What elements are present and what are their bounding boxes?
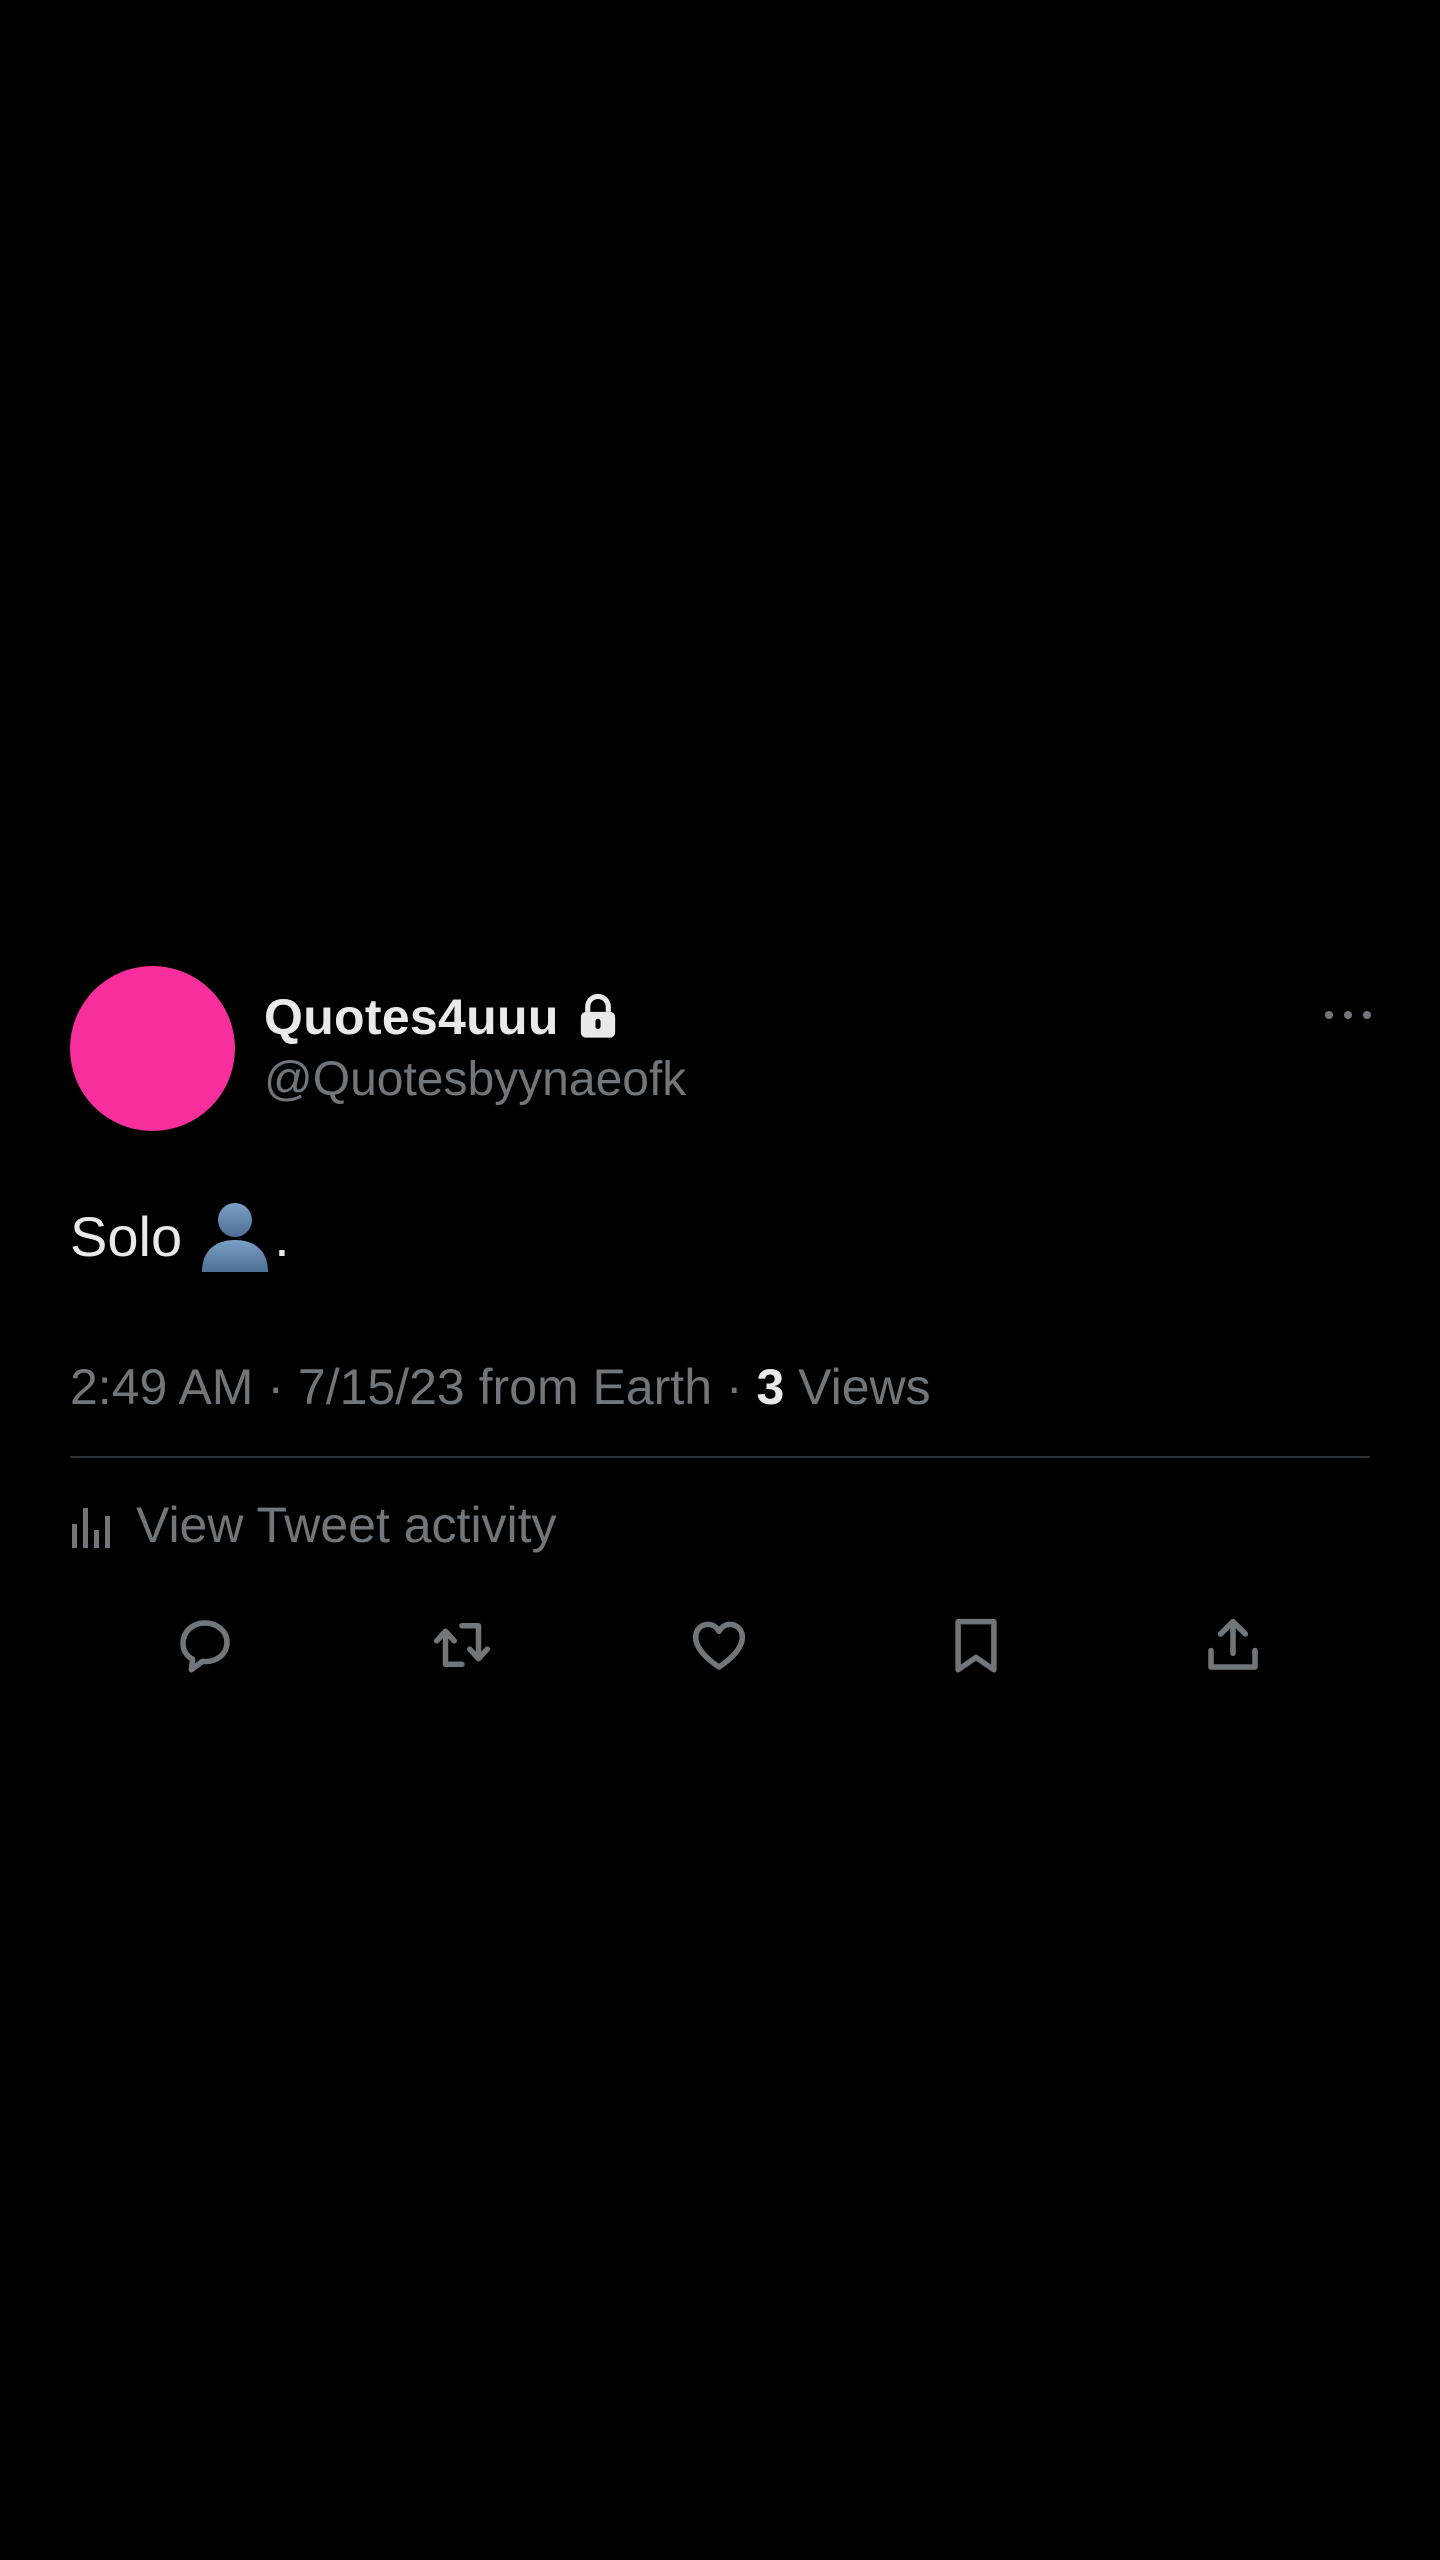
more-options-icon[interactable] — [1322, 1006, 1374, 1024]
tweet: Quotes4uuu @Quotesbyynaeofk Solo . 2:49 … — [70, 966, 1371, 1692]
tweet-metadata: 2:49 AM · 7/15/23 from Earth · 3 Views — [70, 1358, 1370, 1416]
reply-icon — [172, 1612, 238, 1683]
tweet-date[interactable]: 7/15/23 — [298, 1359, 465, 1415]
divider — [70, 1456, 1370, 1458]
views-label[interactable]: Views — [784, 1359, 930, 1415]
view-tweet-activity-link[interactable]: View Tweet activity — [70, 1496, 1370, 1554]
tweet-actions — [70, 1612, 1370, 1692]
retweet-button[interactable] — [427, 1612, 497, 1682]
retweet-icon — [429, 1612, 495, 1683]
lock-icon — [577, 993, 619, 1041]
handle[interactable]: @Quotesbyynaeofk — [264, 1052, 686, 1107]
tweet-time[interactable]: 2:49 AM — [70, 1359, 253, 1415]
like-button[interactable] — [684, 1612, 754, 1682]
reply-button[interactable] — [170, 1612, 240, 1682]
tweet-source: from Earth — [464, 1359, 713, 1415]
avatar[interactable] — [70, 966, 235, 1131]
tweet-text-end: . — [274, 1204, 290, 1268]
bust-in-silhouette-icon — [196, 1198, 274, 1274]
display-name-row: Quotes4uuu — [264, 984, 686, 1050]
share-button[interactable] — [1198, 1612, 1268, 1682]
meta-separator: · — [253, 1359, 298, 1415]
display-name[interactable]: Quotes4uuu — [264, 988, 559, 1046]
tweet-header: Quotes4uuu @Quotesbyynaeofk — [70, 966, 1371, 1134]
bookmark-button[interactable] — [941, 1612, 1011, 1682]
view-tweet-activity-label: View Tweet activity — [136, 1497, 557, 1553]
tweet-text: Solo . — [70, 1196, 1370, 1276]
views-count[interactable]: 3 — [756, 1359, 784, 1415]
heart-icon — [686, 1612, 752, 1683]
share-icon — [1200, 1612, 1266, 1683]
bookmark-icon — [943, 1612, 1009, 1683]
tweet-text-body: Solo — [70, 1204, 183, 1268]
author-names: Quotes4uuu @Quotesbyynaeofk — [264, 984, 686, 1107]
bar-chart-icon — [70, 1502, 114, 1548]
meta-separator: · — [712, 1359, 757, 1415]
